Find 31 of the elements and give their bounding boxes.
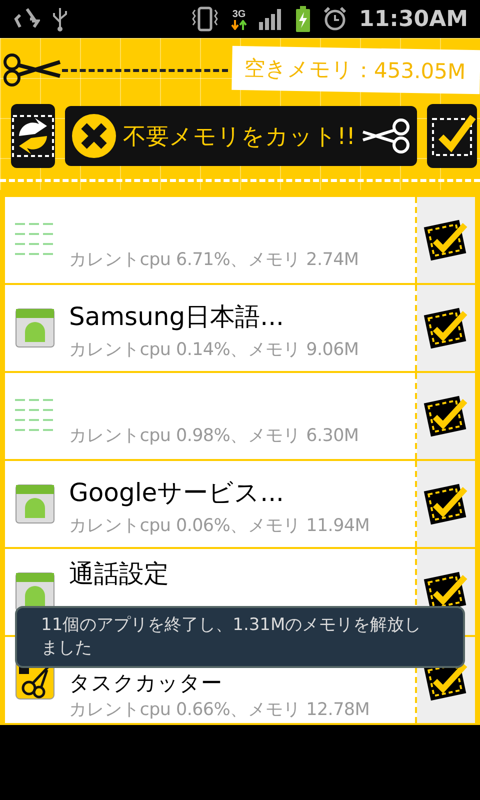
app-usage: カレントcpu 0.66%、メモリ 12.78M: [69, 699, 371, 721]
checkbox[interactable]: [423, 217, 469, 263]
app-usage: カレントcpu 6.71%、メモリ 2.74M: [69, 249, 360, 271]
scissors-icon: [361, 118, 412, 154]
data-arrows-icon: [231, 20, 248, 30]
app-name: Googleサービス...: [69, 476, 285, 508]
usb-icon: [52, 6, 68, 32]
checkbox[interactable]: [423, 393, 469, 439]
signal-icon: [259, 8, 284, 30]
app-name: タスクカッター: [69, 670, 223, 697]
memory-freed-toast: 11個のアプリを終了し、1.31Mのメモリを解放しました: [15, 606, 465, 668]
app-usage: カレントcpu 0.98%、メモリ 6.30M: [69, 425, 360, 447]
checkbox[interactable]: [423, 481, 469, 527]
refresh-icon: [11, 114, 55, 158]
checkbox[interactable]: [423, 305, 469, 351]
app-usage: カレントcpu 0.14%、メモリ 9.06M: [69, 338, 360, 360]
android-app-icon: [15, 484, 55, 524]
vibrate-icon: [191, 6, 220, 32]
clock-time: 11:30AM: [359, 6, 468, 32]
app-usage: カレントcpu 0.06%、メモリ 11.94M: [69, 514, 371, 536]
refresh-button[interactable]: [11, 104, 55, 168]
android-app-icon: [15, 308, 55, 348]
network-type: 3G: [232, 8, 246, 20]
select-all-button[interactable]: [427, 104, 478, 168]
battery-charging-icon: [295, 6, 312, 32]
x-circle-icon: [71, 113, 117, 159]
free-memory-label: 空きメモリ：453.05M: [232, 46, 480, 94]
app-name: Samsung日本語...: [69, 300, 285, 332]
cut-memory-button[interactable]: 不要メモリをカット!!: [65, 106, 418, 166]
alarm-clock-icon: [323, 7, 348, 31]
app-name: 通話設定: [69, 558, 170, 590]
